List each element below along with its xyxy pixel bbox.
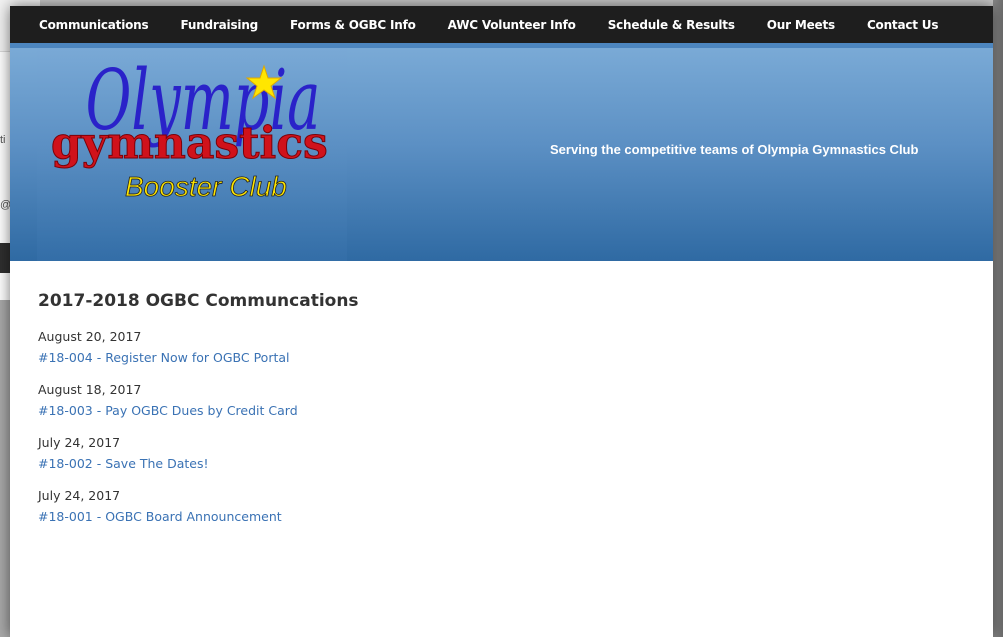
list-item: August 18, 2017 #18-003 - Pay OGBC Dues … <box>38 380 993 422</box>
list-item: August 20, 2017 #18-004 - Register Now f… <box>38 327 993 369</box>
entry-link[interactable]: #18-004 - Register Now for OGBC Portal <box>38 347 993 369</box>
nav-item-forms-ogbc-info[interactable]: Forms & OGBC Info <box>290 18 416 32</box>
entry-date: August 20, 2017 <box>38 329 142 344</box>
browser-page: Communications Fundraising Forms & OGBC … <box>10 6 993 637</box>
entry-link[interactable]: #18-001 - OGBC Board Announcement <box>38 506 993 528</box>
entry-link[interactable]: #18-002 - Save The Dates! <box>38 453 993 475</box>
nav-item-our-meets[interactable]: Our Meets <box>767 18 835 32</box>
nav-item-awc-volunteer-info[interactable]: AWC Volunteer Info <box>448 18 576 32</box>
nav-item-schedule-results[interactable]: Schedule & Results <box>608 18 735 32</box>
nav-item-fundraising[interactable]: Fundraising <box>180 18 258 32</box>
list-item: July 24, 2017 #18-001 - OGBC Board Annou… <box>38 486 993 528</box>
entry-date: July 24, 2017 <box>38 488 121 503</box>
page-title: 2017-2018 OGBC Communcations <box>38 291 359 311</box>
site-header: Olympia gymnastics Booster Club Serving … <box>10 43 993 261</box>
entry-date: July 24, 2017 <box>38 435 121 450</box>
main-content: 2017-2018 OGBC Communcations August 20, … <box>10 261 993 528</box>
logo-gymnastics-text: gymnastics <box>51 118 328 169</box>
entry-link[interactable]: #18-003 - Pay OGBC Dues by Credit Card <box>38 400 993 422</box>
logo-booster-club-text: Booster Club <box>125 171 287 202</box>
top-navigation: Communications Fundraising Forms & OGBC … <box>10 6 993 43</box>
background-text-fragment: ti <box>0 134 6 146</box>
background-window-edge <box>993 0 1003 637</box>
list-item: July 24, 2017 #18-002 - Save The Dates! <box>38 433 993 475</box>
nav-item-communications[interactable]: Communications <box>39 18 149 32</box>
entry-date: August 18, 2017 <box>38 382 142 397</box>
site-tagline: Serving the competitive teams of Olympia… <box>550 142 919 157</box>
nav-item-contact-us[interactable]: Contact Us <box>867 18 939 32</box>
site-logo[interactable]: Olympia gymnastics Booster Club <box>37 48 347 261</box>
